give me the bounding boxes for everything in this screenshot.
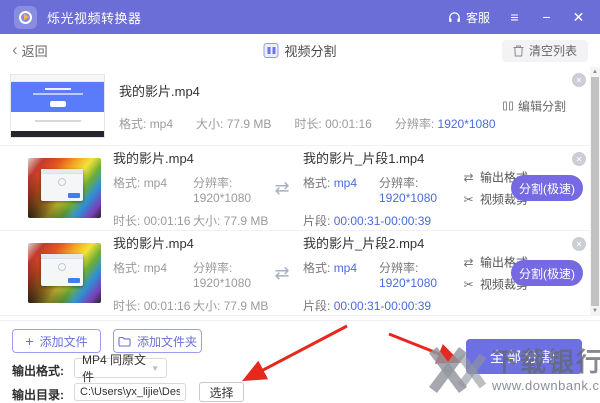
folder-icon: [118, 336, 131, 347]
list-item-source: 我的影片.mp4 格式: mp4 大小: 77.9 MB 时长: 00:01:1…: [0, 67, 600, 146]
source-resolution: 分辨率: 1920*1080: [193, 175, 252, 205]
edit-split-button[interactable]: 编辑分割: [503, 98, 566, 115]
video-thumbnail: [10, 74, 105, 138]
add-folder-button[interactable]: 添加文件夹: [113, 329, 202, 353]
video-thumbnail: [28, 158, 101, 218]
app-window: 烁光视频转换器 客服 ≡ − ✕ ‹ 返回 视频分割 清空列表 我的影片.mp4…: [0, 0, 600, 403]
split-fast-button[interactable]: 分割(极速): [511, 175, 583, 201]
app-logo-icon: [14, 5, 37, 29]
close-icon[interactable]: ✕: [571, 10, 586, 24]
file-resolution: 分辨率: 1920*1080: [394, 116, 496, 131]
output-format: 格式: mp4: [303, 175, 358, 190]
list-item-segment-1: 我的影片.mp4 格式: mp4 分辨率: 1920*1080 时长: 00:0…: [0, 146, 600, 231]
output-segment-range: 片段: 00:00:31-00:00:39: [303, 298, 432, 313]
source-format: 格式: mp4: [113, 175, 168, 190]
source-info: 我的影片.mp4 格式: mp4 分辨率: 1920*1080 时长: 00:0…: [113, 148, 269, 229]
page-title-label: 视频分割: [284, 44, 337, 59]
close-small-icon: ✕: [575, 75, 583, 85]
source-resolution: 分辨率: 1920*1080: [193, 260, 252, 290]
file-list: 我的影片.mp4 格式: mp4 大小: 77.9 MB 时长: 00:01:1…: [0, 67, 600, 316]
video-split-icon: [263, 43, 279, 58]
output-dir-label: 输出目录:: [12, 388, 64, 402]
output-dir-input[interactable]: [74, 383, 186, 401]
source-size: 大小: 77.9 MB: [193, 213, 269, 228]
split-edit-icon: [503, 101, 513, 111]
menu-icon[interactable]: ≡: [507, 10, 522, 24]
output-format-value: MP4 同原文件: [82, 353, 147, 384]
shuffle-icon: ⇄: [463, 255, 474, 269]
titlebar: 烁光视频转换器 客服 ≡ − ✕: [0, 0, 600, 34]
choose-dir-button[interactable]: 选择: [199, 382, 244, 402]
output-info: 我的影片_片段1.mp4 格式: mp4 分辨率: 1920*1080 片段: …: [303, 148, 461, 229]
minimize-icon[interactable]: −: [539, 10, 554, 24]
scissors-icon: ✂: [463, 277, 474, 291]
split-fast-button[interactable]: 分割(极速): [511, 260, 583, 286]
file-duration: 时长: 00:01:16: [294, 116, 372, 131]
scissors-icon: ✂: [463, 192, 474, 206]
add-folder-label: 添加文件夹: [136, 334, 197, 349]
close-small-icon: ✕: [575, 239, 583, 249]
output-file-name: 我的影片_片段2.mp4: [303, 235, 425, 251]
scrollbar-thumb[interactable]: [591, 77, 599, 306]
toolbar: ‹ 返回 视频分割 清空列表: [0, 34, 600, 67]
output-resolution: 分辨率: 1920*1080: [379, 260, 438, 290]
list-item-segment-2: 我的影片.mp4 格式: mp4 分辨率: 1920*1080 时长: 00:0…: [0, 231, 600, 316]
remove-item-button[interactable]: ✕: [572, 237, 586, 251]
remove-item-button[interactable]: ✕: [572, 152, 586, 166]
file-format: 格式: mp4: [119, 116, 174, 131]
add-file-button[interactable]: + 添加文件: [12, 329, 101, 353]
back-button[interactable]: ‹ 返回: [12, 41, 48, 60]
edit-split-label: 编辑分割: [518, 99, 567, 114]
scroll-down-icon[interactable]: ▼: [590, 306, 600, 316]
titlebar-actions: 客服 ≡ − ✕: [448, 9, 586, 26]
output-format-select[interactable]: MP4 同原文件 ▼: [74, 353, 167, 384]
source-size: 大小: 77.9 MB: [193, 298, 269, 313]
source-format: 格式: mp4: [113, 260, 168, 275]
file-size: 大小: 77.9 MB: [196, 116, 272, 131]
add-file-label: 添加文件: [39, 334, 88, 349]
output-resolution: 分辨率: 1920*1080: [379, 175, 438, 205]
app-title: 烁光视频转换器: [47, 10, 142, 26]
source-info: 我的影片.mp4 格式: mp4 分辨率: 1920*1080 时长: 00:0…: [113, 233, 269, 314]
source-file-name: 我的影片.mp4: [113, 235, 194, 251]
output-info: 我的影片_片段2.mp4 格式: mp4 分辨率: 1920*1080 片段: …: [303, 233, 461, 314]
customer-service-button[interactable]: 客服: [448, 9, 490, 26]
trash-icon: [513, 45, 524, 56]
customer-service-label: 客服: [465, 10, 490, 25]
file-name: 我的影片.mp4: [119, 83, 200, 99]
footer-panel: + 添加文件 添加文件夹 输出格式: MP4 同原文件 ▼ 输出目录: 选择 全…: [0, 320, 600, 403]
source-duration: 时长: 00:01:16: [113, 213, 191, 228]
split-all-button[interactable]: 全部分割: [466, 339, 582, 374]
remove-item-button[interactable]: ✕: [572, 73, 586, 87]
clear-list-label: 清空列表: [528, 44, 577, 58]
output-segment-range: 片段: 00:00:31-00:00:39: [303, 213, 432, 228]
page-title: 视频分割: [263, 41, 337, 60]
source-file-name: 我的影片.mp4: [113, 150, 194, 166]
back-label: 返回: [21, 44, 48, 59]
close-small-icon: ✕: [575, 154, 583, 164]
convert-arrows-icon: ⇄: [274, 262, 290, 283]
convert-arrows-icon: ⇄: [274, 177, 290, 198]
play-circle-icon: [19, 10, 32, 24]
scrollbar[interactable]: ▲ ▼: [590, 67, 600, 316]
output-format: 格式: mp4: [303, 260, 358, 275]
scroll-up-icon[interactable]: ▲: [590, 67, 600, 77]
output-format-label: 输出格式:: [12, 364, 64, 378]
file-info: 我的影片.mp4 格式: mp4 大小: 77.9 MB 时长: 00:01:1…: [119, 81, 496, 132]
chevron-down-icon: ▼: [151, 363, 159, 373]
shuffle-icon: ⇄: [463, 170, 474, 184]
headset-icon: [449, 11, 460, 22]
source-duration: 时长: 00:01:16: [113, 298, 191, 313]
clear-list-button[interactable]: 清空列表: [501, 39, 588, 62]
chevron-left-icon: ‹: [12, 40, 18, 59]
output-file-name: 我的影片_片段1.mp4: [303, 150, 425, 166]
video-thumbnail: [28, 243, 101, 303]
plus-icon: +: [25, 333, 34, 349]
